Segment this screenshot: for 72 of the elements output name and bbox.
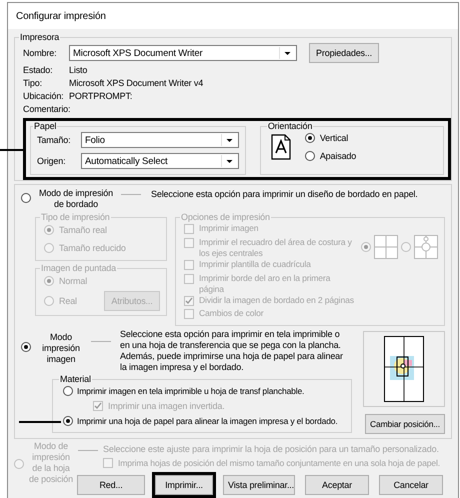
option-label: Vertical [320,132,348,144]
mode-label: Modo impresión imagen [41,332,81,365]
option-label: Tamaño reducido [59,242,126,254]
option-label: Tamaño real [59,224,107,236]
option-label: Dividir la imagen de bordado en 2 páginas [199,295,354,306]
dialog-button[interactable]: Vista preliminar... [223,475,295,495]
mode-description: Seleccione este ajuste para imprimir la hoja de posición para un tamaño personalizado. [103,443,439,455]
dropdown-field[interactable]: Microsoft XPS Document Writer [69,45,297,61]
checkbox[interactable] [184,296,194,306]
dialog-button[interactable]: Imprimir... [155,475,213,495]
dropdown-field[interactable]: Folio [81,132,239,148]
position-preview-drawing [384,336,424,402]
field-label: Ubicación: [23,90,65,102]
dialog-button[interactable]: Aceptar [305,475,369,495]
properties-button[interactable]: Propiedades... [309,43,379,63]
radio-button[interactable] [21,193,31,203]
mode-description: Seleccione esta opción para imprimir en tela imprimible o en una hoja de transferencia que se pega con la plancha. Además, puede imprimirse una hoja de papel para alinear la imagen impresa y el bordado. [120,329,344,373]
field-value: PORTPROMPT: [69,90,132,102]
checkbox[interactable] [184,224,194,234]
field-label: Nombre: [23,47,58,59]
mode-label: Modo de impresión de la hoja de posición [29,441,73,485]
group-title: Opciones de impresión [180,212,271,223]
dropdown-field[interactable]: Automatically Select [81,153,239,169]
group-title: Material [59,374,92,385]
checkbox[interactable] [184,238,194,248]
option-label: Normal [59,275,88,287]
option-label: Imprima hojas de posición del mismo tamaño conjuntamente en una sola hoja de papel. [118,457,440,469]
option-label: Imprimir el recuadro del área de costura y los ejes centrales [199,237,353,258]
change-position-button[interactable]: Cambiar posición... [365,414,445,434]
option-label: Cambios de color [199,308,264,318]
window-title: Configurar impresión [8,3,458,29]
dialog-button[interactable]: Red... [77,475,145,495]
radio-button[interactable] [304,151,315,161]
option-label: Imprimir una hoja de papel para alinear la imagen impresa y el bordado. [77,415,338,427]
radio-button[interactable] [361,242,371,252]
field-label: Comentario: [23,103,69,115]
field-value: Listo [69,64,88,76]
field-value: Microsoft XPS Document Writer v4 [69,77,204,89]
field-label: Tamaño: [37,134,72,146]
radio-button[interactable] [44,296,54,306]
portrait-page-icon [270,134,291,160]
option-label: Imprimir imagen en tela imprimible u hoja de transf planchable. [77,385,304,397]
option-label: Imprimir plantilla de cuadrícula [199,259,311,270]
option-label: Real [59,295,77,307]
field-label: Tipo: [23,77,43,89]
grid-layout-icon [374,235,398,259]
radio-button[interactable] [63,386,73,396]
dialog-button[interactable]: Cancelar [379,475,443,495]
checkbox[interactable] [184,274,194,284]
field-label: Estado: [23,64,54,76]
radio-button[interactable] [44,243,54,253]
group-title: Imagen de puntada [40,263,118,274]
group-title: Papel [33,121,58,132]
mode-description: Seleccione esta opción para imprimir un diseño de bordado en papel. [151,188,418,200]
group-title: Tipo de impresión [40,212,111,223]
group-title: Orientación [266,121,314,132]
radio-button[interactable] [401,242,411,252]
mode-label: Modo de impresión de bordado [38,188,114,210]
option-label: Imprimir imagen [199,223,258,234]
checkbox[interactable] [184,309,194,319]
radio-button[interactable] [304,133,315,143]
group-title: Impresora [19,32,60,43]
option-label: Imprimir borde del aro en la primera página [199,273,332,294]
radio-button[interactable] [44,276,54,286]
option-label: Imprimir una imagen invertida. [108,400,225,412]
field-label: Origen: [37,155,66,167]
radio-button[interactable] [21,342,31,352]
radio-button[interactable] [44,225,54,235]
option-label: Apaisado [320,150,356,162]
hoop-layout-icon [414,235,438,259]
checkbox[interactable] [184,260,194,270]
radio-button[interactable] [63,416,73,426]
